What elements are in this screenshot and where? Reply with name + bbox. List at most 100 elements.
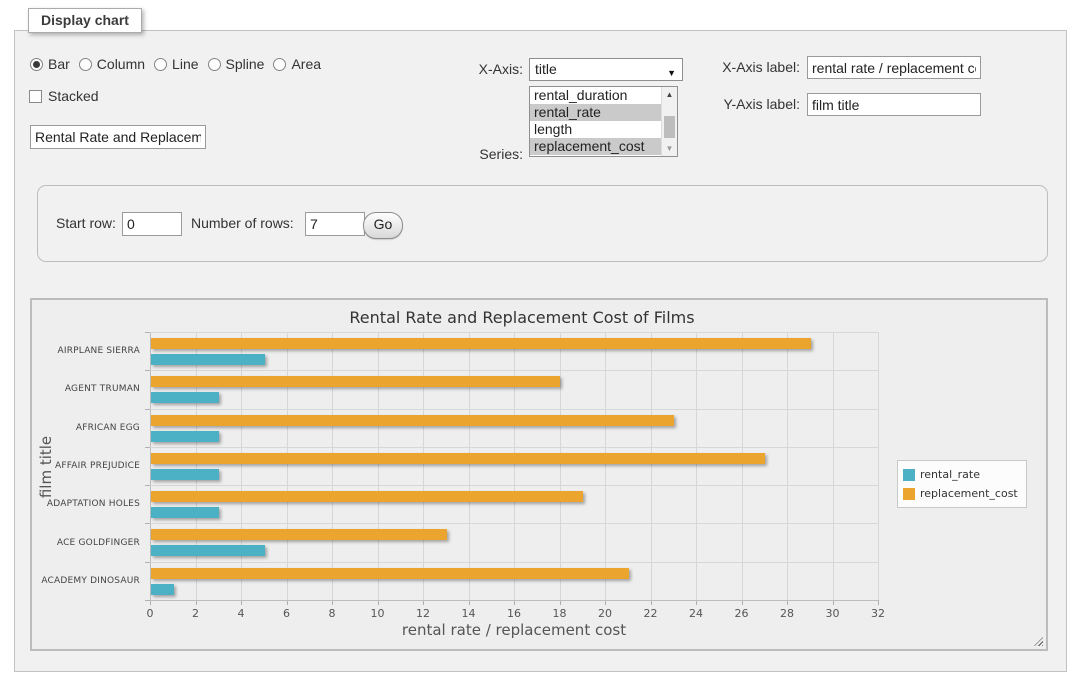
radio-label: Column — [97, 56, 145, 72]
series-option-rental_duration[interactable]: rental_duration — [530, 87, 662, 104]
gridline-x — [878, 332, 879, 600]
num-rows-input[interactable] — [305, 212, 365, 236]
legend-label: replacement_cost — [920, 487, 1018, 500]
gridline-y — [150, 332, 878, 333]
y-tick-mark — [145, 485, 150, 486]
bar-rental_rate[interactable] — [151, 584, 174, 595]
y-axis-label-input[interactable] — [807, 93, 981, 116]
x-axis-select[interactable]: title ▼ — [529, 58, 683, 81]
gridline-x — [150, 332, 151, 600]
chart-type-option-spline[interactable]: Spline — [208, 56, 265, 72]
chart-type-option-bar[interactable]: Bar — [30, 56, 70, 72]
radio-label: Spline — [226, 56, 265, 72]
bar-rental_rate[interactable] — [151, 392, 219, 403]
legend-item-replacement_cost[interactable]: replacement_cost — [903, 484, 1018, 503]
x-tick-label: 0 — [130, 607, 170, 620]
chart-type-option-area[interactable]: Area — [273, 56, 321, 72]
x-axis-label-input[interactable] — [807, 56, 981, 79]
bar-replacement_cost[interactable] — [151, 376, 560, 387]
scrollbar-thumb[interactable] — [664, 116, 675, 138]
x-axis-select-label: X-Axis: — [435, 58, 523, 81]
series-option-length[interactable]: length — [530, 121, 662, 138]
gridline-x — [787, 332, 788, 600]
go-button[interactable]: Go — [363, 212, 403, 239]
chart-title-input[interactable] — [30, 125, 206, 149]
radio-label: Line — [172, 56, 198, 72]
bar-rental_rate[interactable] — [151, 469, 219, 480]
category-label: AIRPLANE SIERRA — [32, 346, 140, 356]
chart-container: Rental Rate and Replacement Cost of Film… — [30, 298, 1048, 651]
x-tick-label: 26 — [722, 607, 762, 620]
category-label: ACE GOLDFINGER — [32, 538, 140, 548]
gridline-x — [196, 332, 197, 600]
legend-item-rental_rate[interactable]: rental_rate — [903, 465, 1018, 484]
resize-handle-icon[interactable] — [1034, 637, 1043, 646]
gridline-y — [150, 600, 878, 601]
series-listbox[interactable]: rental_durationrental_ratelengthreplacem… — [529, 86, 678, 157]
y-tick-mark — [145, 562, 150, 563]
x-tick-label: 14 — [449, 607, 489, 620]
series-scrollbar[interactable]: ▲ ▼ — [661, 87, 677, 156]
gridline-y — [150, 409, 878, 410]
x-tick-label: 30 — [813, 607, 853, 620]
y-axis-title: film title — [37, 417, 55, 517]
x-tick-mark — [878, 600, 879, 605]
radio-icon[interactable] — [208, 58, 221, 71]
gridline-y — [150, 370, 878, 371]
legend-label: rental_rate — [920, 468, 980, 481]
gridline-x — [378, 332, 379, 600]
x-axis-selected-value: title — [535, 61, 557, 77]
radio-label: Bar — [48, 56, 70, 72]
chart-title: Rental Rate and Replacement Cost of Film… — [32, 308, 1012, 327]
x-tick-label: 28 — [767, 607, 807, 620]
x-tick-label: 18 — [540, 607, 580, 620]
bar-replacement_cost[interactable] — [151, 529, 447, 540]
gridline-y — [150, 562, 878, 563]
bar-rental_rate[interactable] — [151, 507, 219, 518]
x-tick-label: 16 — [494, 607, 534, 620]
x-tick-label: 32 — [858, 607, 898, 620]
radio-icon[interactable] — [30, 58, 43, 71]
gridline-x — [696, 332, 697, 600]
chart-legend: rental_rate replacement_cost — [897, 460, 1027, 508]
series-option-rental_rate[interactable]: rental_rate — [530, 104, 662, 121]
x-tick-label: 24 — [676, 607, 716, 620]
bar-rental_rate[interactable] — [151, 431, 219, 442]
y-axis-label-label: Y-Axis label: — [703, 93, 800, 116]
display-chart-panel: Display chart BarColumnLineSplineArea St… — [14, 30, 1067, 672]
radio-icon[interactable] — [79, 58, 92, 71]
gridline-x — [287, 332, 288, 600]
x-tick-label: 4 — [221, 607, 261, 620]
stacked-option[interactable]: Stacked — [29, 88, 99, 104]
radio-icon[interactable] — [154, 58, 167, 71]
gridline-x — [605, 332, 606, 600]
bar-replacement_cost[interactable] — [151, 568, 629, 579]
y-tick-mark — [145, 447, 150, 448]
bar-replacement_cost[interactable] — [151, 415, 674, 426]
bar-rental_rate[interactable] — [151, 545, 265, 556]
y-tick-mark — [145, 332, 150, 333]
legend-swatch — [903, 488, 915, 500]
num-rows-label: Number of rows: — [191, 212, 301, 235]
x-tick-label: 6 — [267, 607, 307, 620]
gridline-x — [241, 332, 242, 600]
chevron-down-icon: ▼ — [667, 65, 676, 82]
scroll-up-icon[interactable]: ▲ — [662, 87, 677, 102]
category-label: AGENT TRUMAN — [32, 384, 140, 394]
series-option-replacement_cost[interactable]: replacement_cost — [530, 138, 662, 155]
bar-rental_rate[interactable] — [151, 354, 265, 365]
legend-swatch — [903, 469, 915, 481]
stacked-checkbox[interactable] — [29, 90, 42, 103]
x-axis-label-label: X-Axis label: — [703, 56, 800, 79]
start-row-input[interactable] — [122, 212, 182, 236]
radio-icon[interactable] — [273, 58, 286, 71]
bar-replacement_cost[interactable] — [151, 453, 765, 464]
chart-type-option-line[interactable]: Line — [154, 56, 198, 72]
chart-type-option-column[interactable]: Column — [79, 56, 145, 72]
bar-replacement_cost[interactable] — [151, 491, 583, 502]
scroll-down-icon[interactable]: ▼ — [662, 141, 677, 156]
page: Display chart BarColumnLineSplineArea St… — [0, 0, 1081, 681]
bar-replacement_cost[interactable] — [151, 338, 811, 349]
radio-label: Area — [291, 56, 321, 72]
x-tick-label: 20 — [585, 607, 625, 620]
